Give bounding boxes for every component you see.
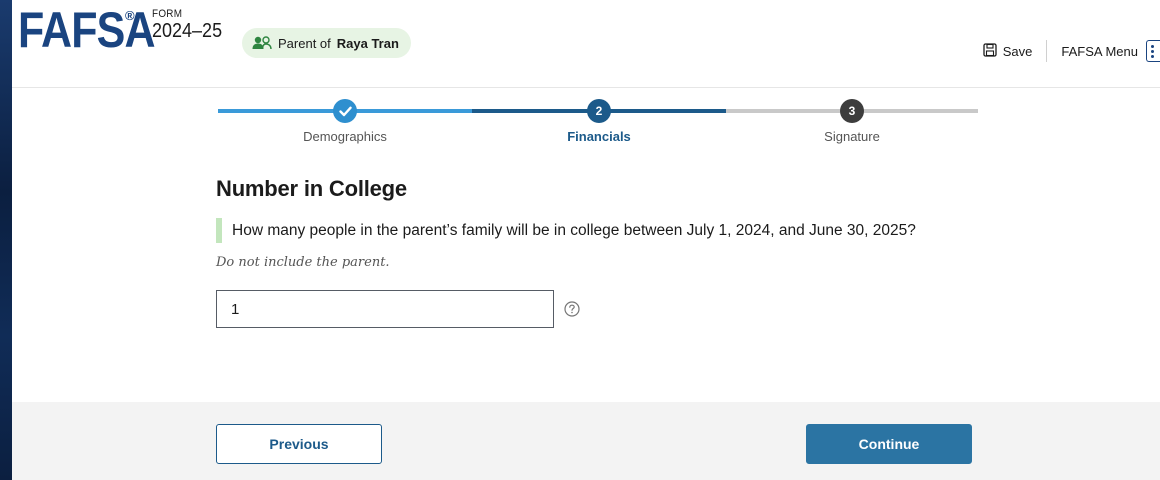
menu-icon — [1146, 40, 1160, 62]
save-button[interactable]: Save — [969, 42, 1047, 60]
role-prefix: Parent of — [278, 35, 331, 51]
step-label: Financials — [567, 129, 631, 144]
step-number: 3 — [840, 99, 864, 123]
fafsa-app: FAFSA ® FORM 2024–25 Parent of Raya Tran — [12, 0, 1160, 480]
form-label: FORM — [152, 8, 183, 20]
step-financials: 2 Financials — [519, 96, 679, 144]
save-icon — [983, 42, 997, 60]
number-in-college-input[interactable] — [216, 290, 554, 328]
save-label: Save — [1002, 43, 1033, 59]
menu-label: FAFSA Menu — [1061, 43, 1138, 59]
step-signature: 3 Signature — [772, 96, 932, 144]
page-title: Number in College — [216, 176, 407, 201]
form-year: 2024–25 — [152, 20, 223, 42]
fafsa-menu-button[interactable]: FAFSA Menu — [1047, 40, 1160, 62]
question-circle-icon[interactable] — [564, 301, 580, 317]
input-row — [216, 290, 976, 328]
progress-stepper: Demographics 2 Financials 3 Signature — [218, 96, 978, 156]
main-content: Number in College How many people in the… — [216, 176, 976, 328]
role-badge: Parent of Raya Tran — [242, 28, 411, 58]
step-label: Demographics — [303, 129, 387, 144]
header: FAFSA ® FORM 2024–25 Parent of Raya Tran — [12, 0, 1160, 88]
step-demographics[interactable]: Demographics — [265, 96, 425, 144]
registered-mark: ® — [125, 8, 135, 23]
student-name: Raya Tran — [336, 35, 399, 51]
header-actions: Save FAFSA Menu — [969, 38, 1160, 64]
previous-button[interactable]: Previous — [216, 424, 382, 464]
window-frame — [0, 0, 12, 480]
question-text: How many people in the parent’s family w… — [216, 218, 956, 243]
hint-text: Do not include the parent. — [216, 255, 390, 270]
step-label: Signature — [824, 129, 880, 144]
step-number: 2 — [587, 99, 611, 123]
continue-button[interactable]: Continue — [806, 424, 972, 464]
checkmark-icon — [333, 99, 357, 123]
footer-nav: Previous Continue — [12, 402, 1160, 480]
people-icon — [252, 36, 272, 50]
